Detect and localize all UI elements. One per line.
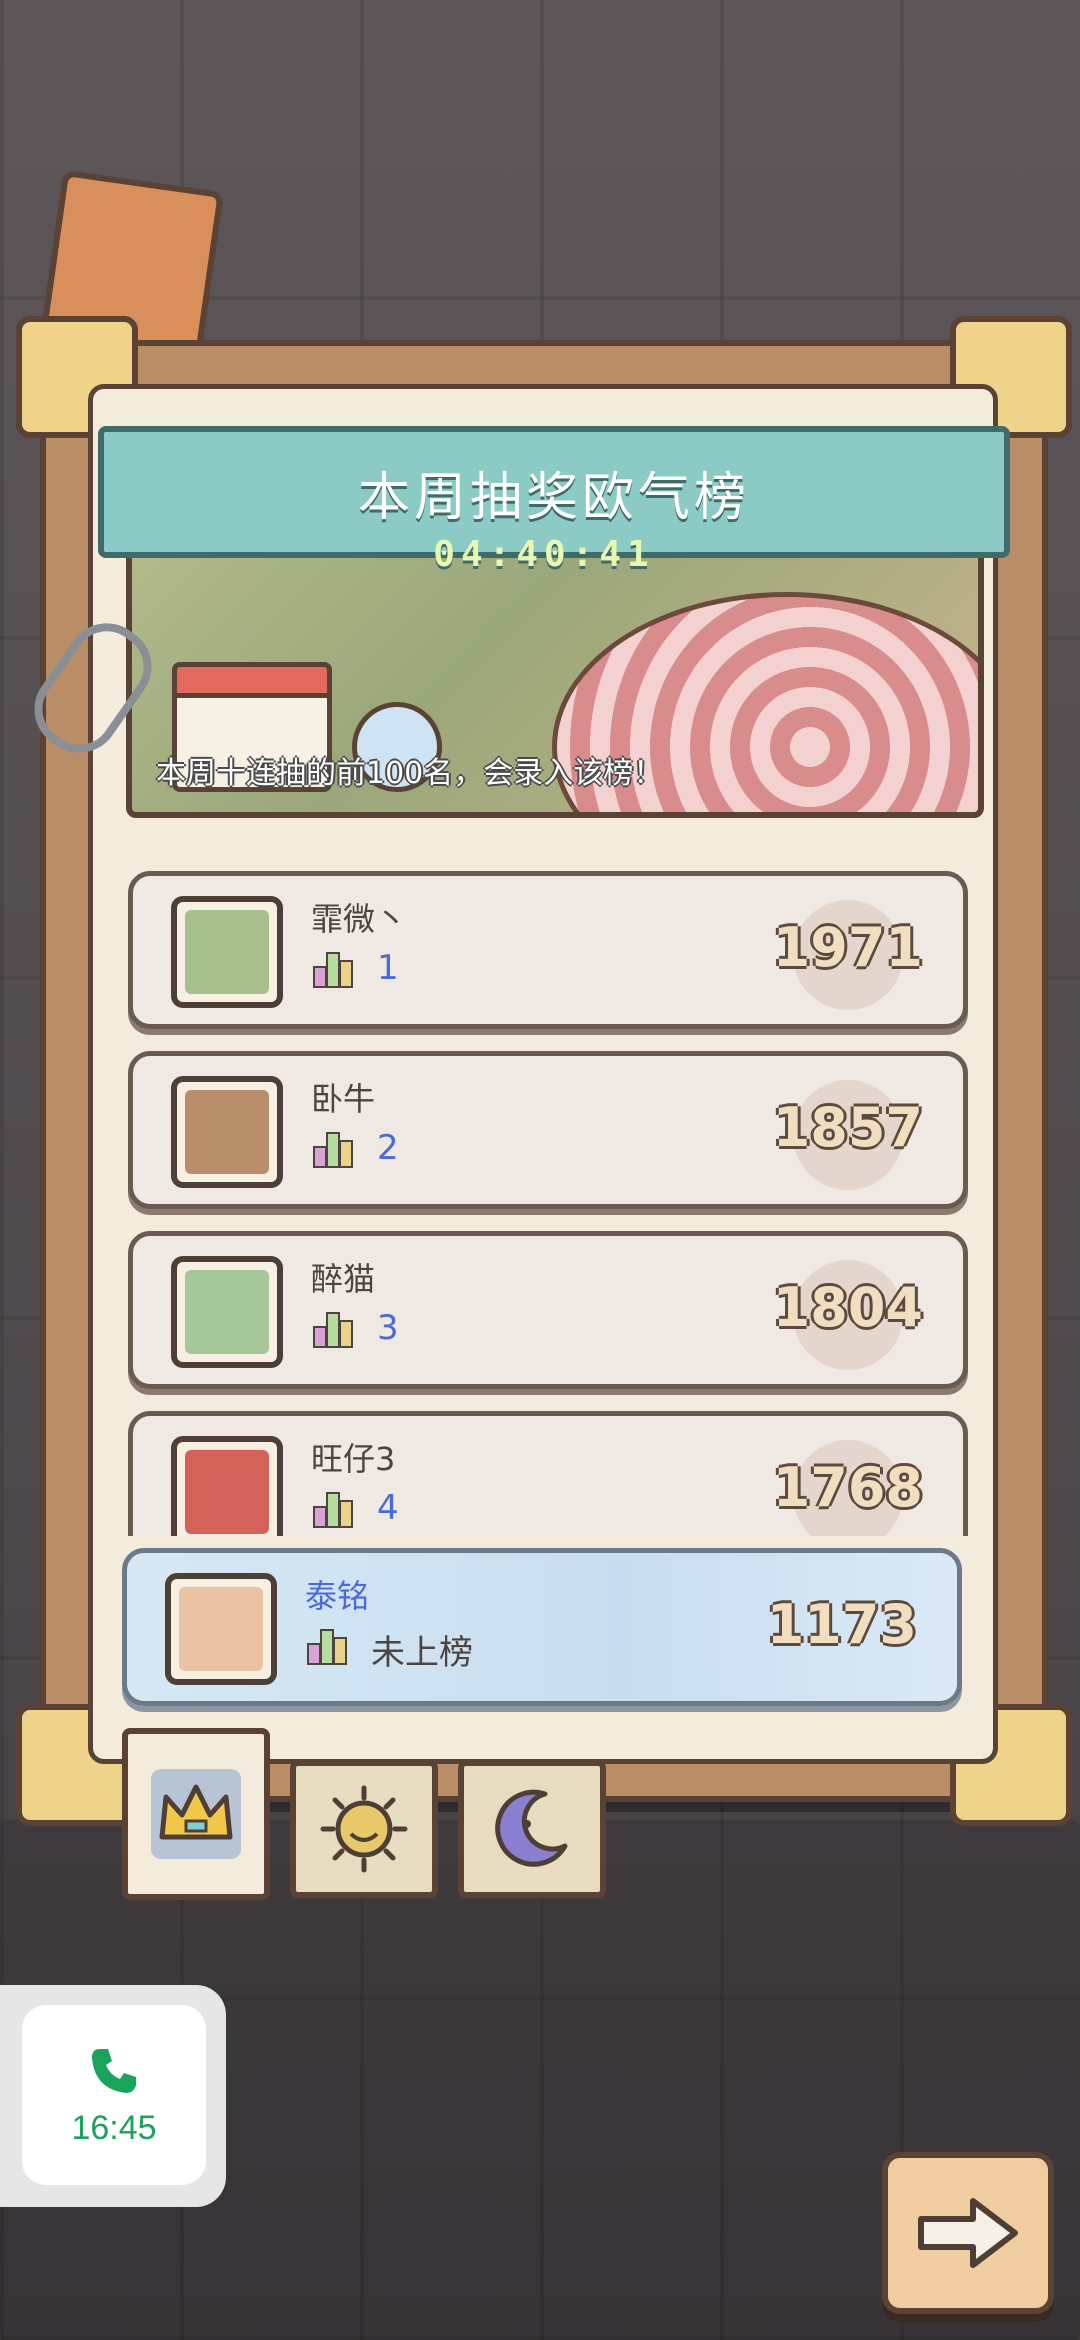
player-name: 泰铭 (305, 1577, 370, 1615)
rank-status: 未上榜 (371, 1633, 473, 1673)
call-duration: 16:45 (71, 2108, 157, 2147)
tab-moon[interactable] (458, 1760, 606, 1898)
score: 1173 (766, 1593, 917, 1656)
avatar (171, 1256, 283, 1368)
score: 1971 (772, 916, 923, 979)
score: 1857 (772, 1096, 923, 1159)
moon-icon (487, 1784, 577, 1874)
rank-number: 2 (377, 1128, 399, 1168)
leaderboard-row[interactable]: 霏微丶 1 1971 (128, 871, 968, 1029)
score: 1804 (772, 1276, 923, 1339)
rank-number: 4 (377, 1488, 399, 1528)
my-rank-row[interactable]: 泰铭 未上榜 1173 (122, 1548, 962, 1706)
banner-note: 本周十连抽的前100名，会录入该榜！ (156, 756, 664, 791)
rank-chart-icon (313, 1312, 353, 1348)
avatar (171, 896, 283, 1008)
leaderboard-row[interactable]: 旺仔3 4 1768 (128, 1411, 968, 1536)
rank-number: 1 (377, 948, 399, 988)
rank-chart-icon (313, 952, 353, 988)
leaderboard-row[interactable]: 醉猫 3 1804 (128, 1231, 968, 1389)
arrow-right-icon (918, 2198, 1018, 2268)
sun-icon (319, 1784, 409, 1874)
player-name: 醉猫 (311, 1260, 376, 1298)
player-name: 卧牛 (311, 1080, 376, 1118)
avatar (171, 1076, 283, 1188)
rank-chart-icon (313, 1492, 353, 1528)
rank-number: 3 (377, 1308, 399, 1348)
phone-icon (92, 2048, 136, 2093)
leaderboard-list[interactable]: 霏微丶 1 1971 卧牛 2 1857 醉猫 3 1804 旺仔3 4 176… (128, 871, 968, 1536)
call-overlay[interactable]: 16:45 (0, 1985, 226, 2207)
tab-sun[interactable] (290, 1760, 438, 1898)
leaderboard-row[interactable]: 卧牛 2 1857 (128, 1051, 968, 1209)
avatar (165, 1573, 277, 1685)
countdown-timer: 04:40:41 (433, 534, 655, 575)
crown-icon (151, 1769, 241, 1859)
rank-chart-icon (307, 1629, 347, 1665)
player-name: 霏微丶 (311, 900, 408, 938)
player-name: 旺仔3 (311, 1440, 396, 1478)
page-title: 本周抽奖欧气榜 (357, 467, 750, 528)
next-button[interactable] (882, 2152, 1054, 2314)
call-overlay-inner[interactable]: 16:45 (22, 2005, 206, 2185)
avatar (171, 1436, 283, 1536)
tab-crown[interactable] (122, 1728, 270, 1900)
rank-chart-icon (313, 1132, 353, 1168)
score: 1768 (772, 1456, 923, 1519)
